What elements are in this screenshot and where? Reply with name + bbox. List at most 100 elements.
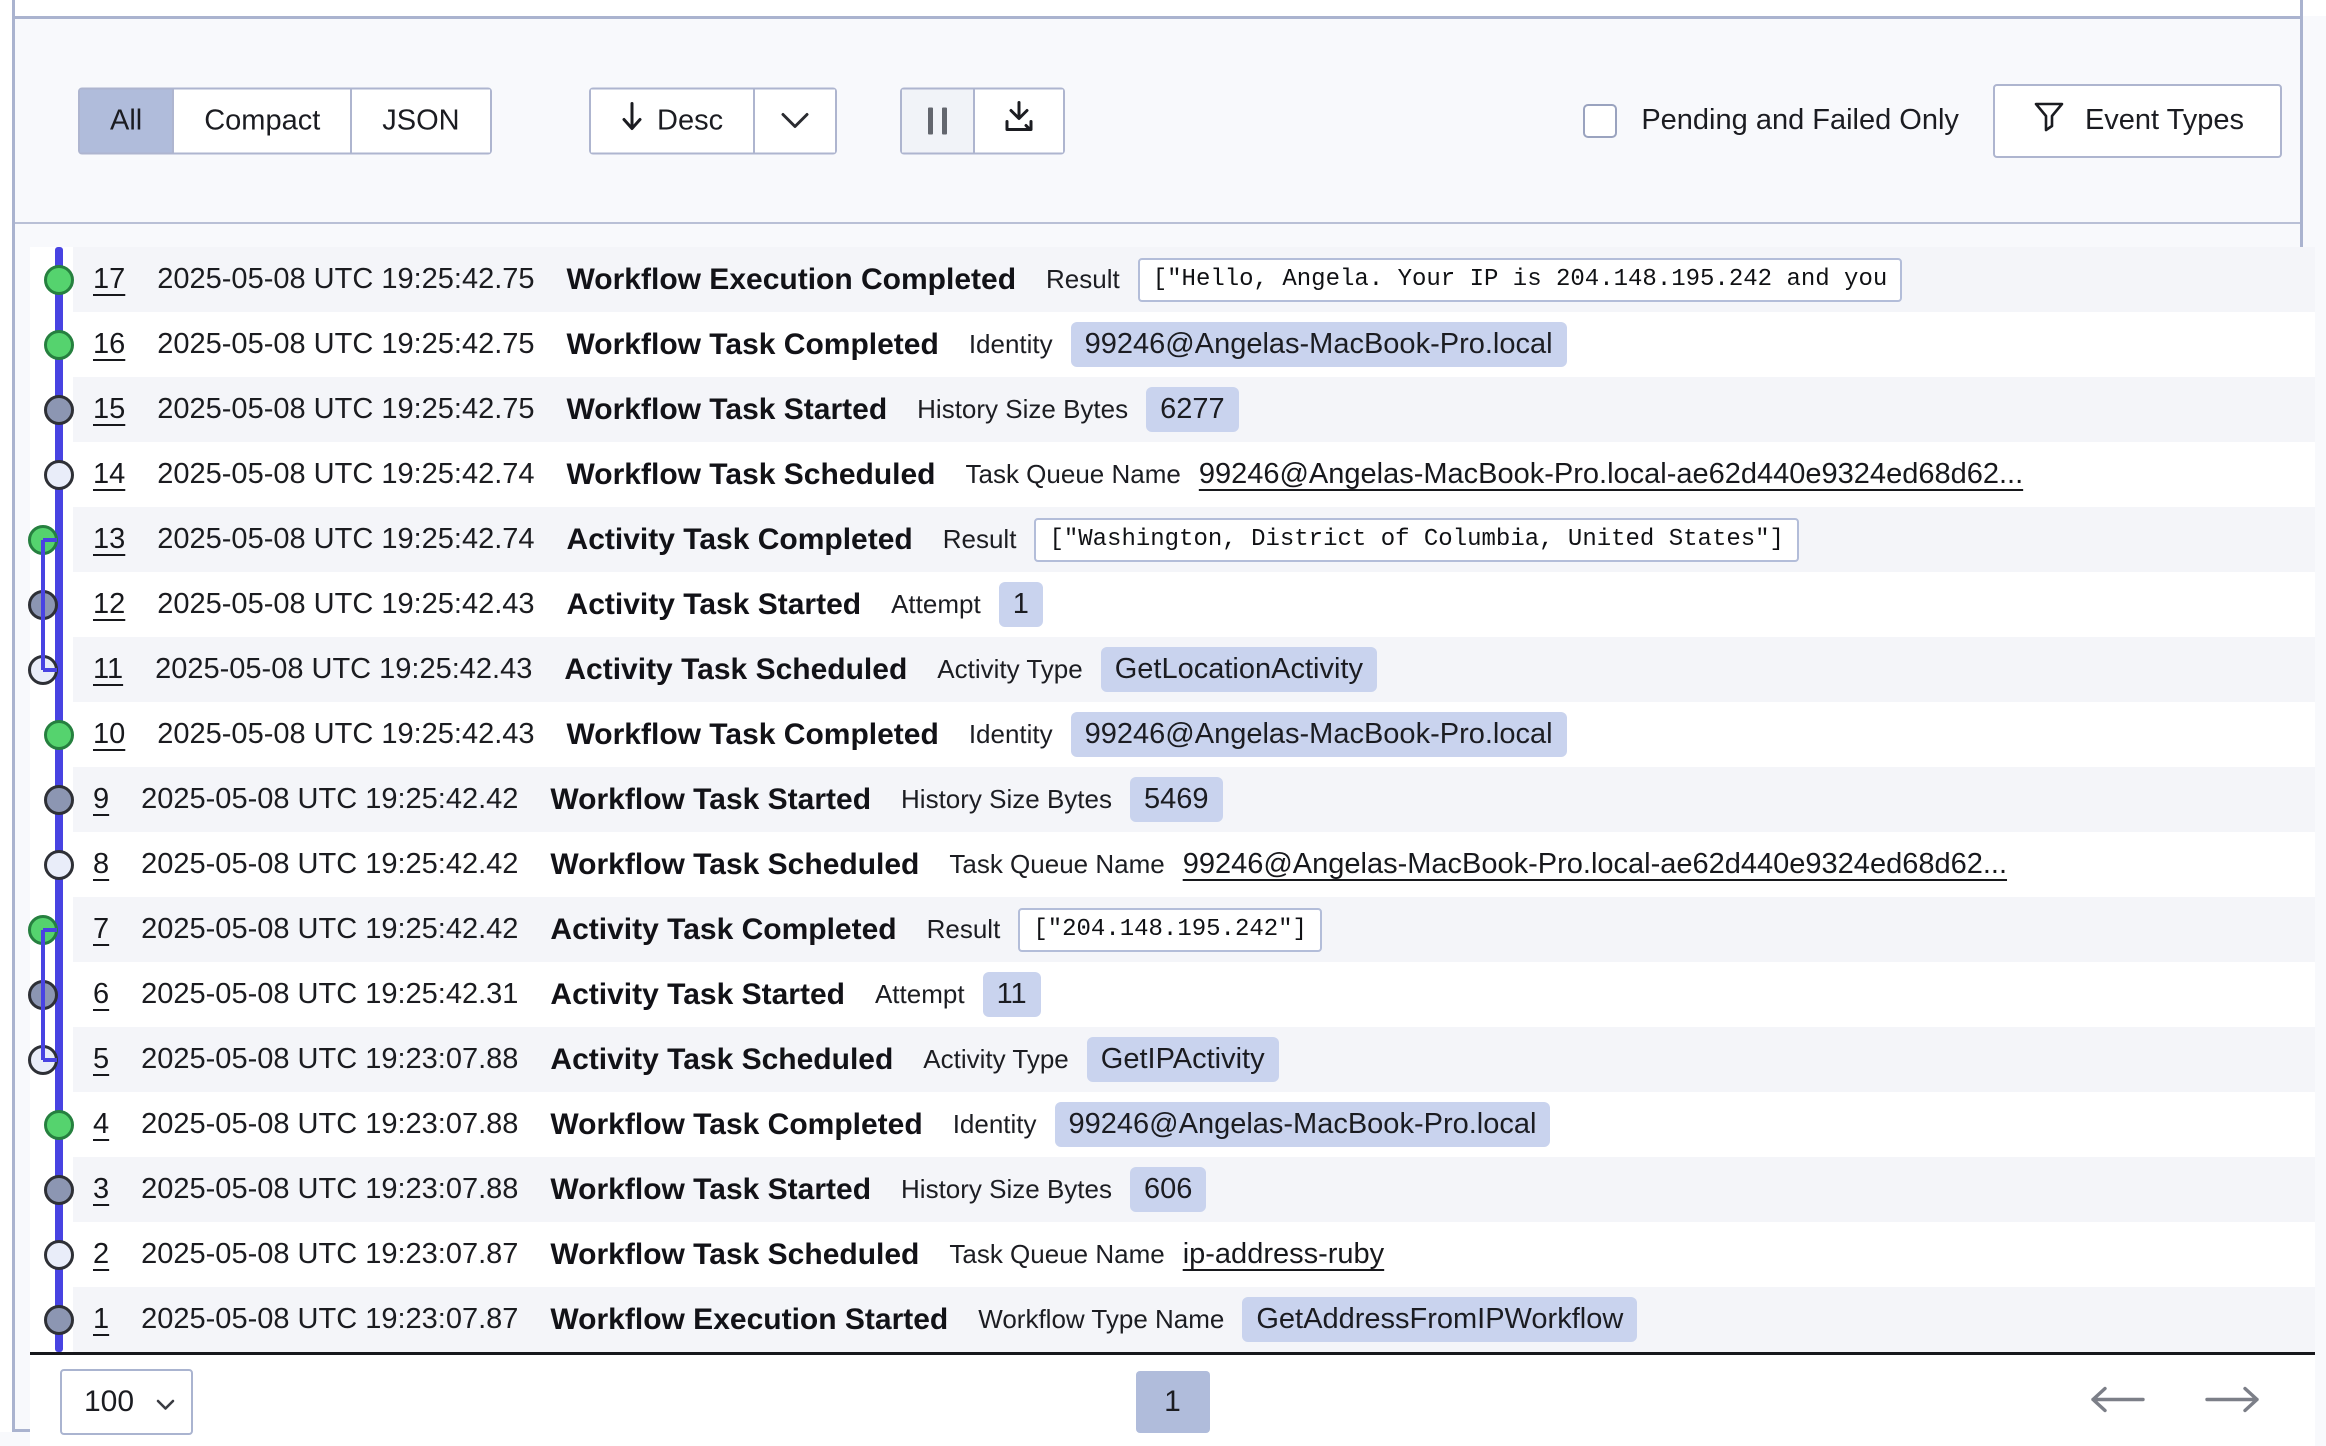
sort-options-expand-button[interactable] [753,89,835,152]
event-row[interactable]: 6 2025-05-08 UTC 19:25:42.31 Activity Ta… [30,962,2315,1027]
event-row[interactable]: 11 2025-05-08 UTC 19:25:42.43 Activity T… [30,637,2315,702]
event-history-toolbar: All Compact JSON Desc [15,19,2300,224]
page-size-value: 100 [84,1385,134,1419]
event-id-link[interactable]: 6 [93,978,109,1011]
event-row[interactable]: 12 2025-05-08 UTC 19:25:42.43 Activity T… [30,572,2315,637]
event-timestamp: 2025-05-08 UTC 19:25:42.43 [155,653,532,686]
event-row[interactable]: 13 2025-05-08 UTC 19:25:42.74 Activity T… [30,507,2315,572]
event-id-link[interactable]: 8 [93,848,109,881]
event-name: Workflow Task Scheduled [550,848,919,882]
event-row[interactable]: 16 2025-05-08 UTC 19:25:42.75 Workflow T… [30,312,2315,377]
view-mode-json-button[interactable]: JSON [350,89,489,152]
download-history-button[interactable] [973,89,1063,152]
event-row[interactable]: 17 2025-05-08 UTC 19:25:42.75 Workflow E… [30,247,2315,312]
event-id-link[interactable]: 7 [93,913,109,946]
event-row[interactable]: 7 2025-05-08 UTC 19:25:42.42 Activity Ta… [30,897,2315,962]
sort-order-control: Desc [589,87,837,154]
event-timestamp: 2025-05-08 UTC 19:23:07.87 [141,1303,518,1336]
filter-funnel-icon [2031,100,2067,142]
event-name: Workflow Task Scheduled [567,458,936,492]
event-detail-badge: GetLocationActivity [1101,647,1377,691]
event-row[interactable]: 5 2025-05-08 UTC 19:23:07.88 Activity Ta… [30,1027,2315,1092]
chevron-down-icon [156,1385,175,1419]
event-row[interactable]: 1 2025-05-08 UTC 19:23:07.87 Workflow Ex… [30,1287,2315,1352]
event-detail-label: Task Queue Name [949,1239,1164,1270]
pending-failed-checkbox[interactable] [1583,104,1617,138]
pause-icon [928,107,947,134]
event-detail-badge: 5469 [1130,777,1223,821]
event-id-link[interactable]: 13 [93,523,125,556]
event-id-link[interactable]: 14 [93,458,125,491]
event-id-link[interactable]: 17 [93,263,125,296]
event-detail-badge: 99246@Angelas-MacBook-Pro.local [1071,322,1567,366]
event-id-link[interactable]: 1 [93,1303,109,1336]
event-history-page: All Compact JSON Desc [0,0,2326,1446]
event-detail-label: History Size Bytes [901,784,1112,815]
event-detail-code: ["Washington, District of Columbia, Unit… [1034,518,1799,562]
event-id-link[interactable]: 9 [93,783,109,816]
panel-border-cap-right [2300,0,2303,16]
event-row[interactable]: 8 2025-05-08 UTC 19:25:42.42 Workflow Ta… [30,832,2315,897]
event-id-link[interactable]: 5 [93,1043,109,1076]
event-name: Activity Task Scheduled [550,1043,893,1077]
view-mode-all-button[interactable]: All [80,89,172,152]
event-id-link[interactable]: 15 [93,393,125,426]
event-timestamp: 2025-05-08 UTC 19:25:42.42 [141,913,518,946]
pause-updates-button[interactable] [902,89,973,152]
event-detail-link[interactable]: ip-address-ruby [1183,1238,1384,1271]
event-detail-label: Identity [969,719,1053,750]
event-row[interactable]: 15 2025-05-08 UTC 19:25:42.75 Workflow T… [30,377,2315,442]
event-timestamp: 2025-05-08 UTC 19:23:07.87 [141,1238,518,1271]
event-row[interactable]: 9 2025-05-08 UTC 19:25:42.42 Workflow Ta… [30,767,2315,832]
event-detail-label: Task Queue Name [949,849,1164,880]
page-size-select[interactable]: 100 [60,1369,193,1435]
event-row[interactable]: 10 2025-05-08 UTC 19:25:42.43 Workflow T… [30,702,2315,767]
event-detail-label: History Size Bytes [901,1174,1112,1205]
event-detail-label: Attempt [891,589,981,620]
event-name: Workflow Task Started [567,393,888,427]
event-name: Workflow Task Scheduled [550,1238,919,1272]
event-timestamp: 2025-05-08 UTC 19:25:42.43 [157,588,534,621]
event-history-panel: All Compact JSON Desc [12,16,2303,1432]
event-detail-link[interactable]: 99246@Angelas-MacBook-Pro.local-ae62d440… [1199,458,2023,491]
pause-download-control [900,87,1065,154]
event-name: Activity Task Started [550,978,845,1012]
event-name: Activity Task Scheduled [564,653,907,687]
event-name: Workflow Task Completed [550,1108,922,1142]
event-detail-badge: 99246@Angelas-MacBook-Pro.local [1071,712,1567,756]
event-types-filter-button[interactable]: Event Types [1993,84,2282,158]
event-detail-badge: 99246@Angelas-MacBook-Pro.local [1055,1102,1551,1146]
event-detail-link[interactable]: 99246@Angelas-MacBook-Pro.local-ae62d440… [1183,848,2007,881]
event-name: Workflow Task Completed [567,718,939,752]
event-row[interactable]: 4 2025-05-08 UTC 19:23:07.88 Workflow Ta… [30,1092,2315,1157]
sort-order-button[interactable]: Desc [591,89,753,152]
event-id-link[interactable]: 10 [93,718,125,751]
event-timestamp: 2025-05-08 UTC 19:25:42.74 [157,458,534,491]
event-id-link[interactable]: 4 [93,1108,109,1141]
event-detail-badge: 11 [983,972,1041,1016]
event-detail-label: Result [927,914,1001,945]
event-id-link[interactable]: 2 [93,1238,109,1271]
pagination-bar: 100 1 [30,1355,2315,1446]
event-timestamp: 2025-05-08 UTC 19:25:42.75 [157,263,534,296]
arrow-right-icon[interactable] [2201,1384,2265,1419]
event-name: Activity Task Started [567,588,862,622]
arrow-left-icon[interactable] [2085,1384,2149,1419]
event-id-link[interactable]: 11 [93,653,123,686]
event-row[interactable]: 2 2025-05-08 UTC 19:23:07.87 Workflow Ta… [30,1222,2315,1287]
event-detail-label: Identity [969,329,1053,360]
event-row[interactable]: 3 2025-05-08 UTC 19:23:07.88 Workflow Ta… [30,1157,2315,1222]
event-timestamp: 2025-05-08 UTC 19:25:42.75 [157,393,534,426]
event-id-link[interactable]: 16 [93,328,125,361]
view-mode-compact-button[interactable]: Compact [172,89,350,152]
event-detail-label: Attempt [875,979,965,1010]
event-id-link[interactable]: 3 [93,1173,109,1206]
event-name: Activity Task Completed [550,913,896,947]
event-list: 17 2025-05-08 UTC 19:25:42.75 Workflow E… [30,247,2315,1355]
event-detail-label: Activity Type [937,654,1082,685]
event-id-link[interactable]: 12 [93,588,125,621]
event-detail-label: Result [943,524,1017,555]
event-detail-badge: 6277 [1146,387,1239,431]
event-row[interactable]: 14 2025-05-08 UTC 19:25:42.74 Workflow T… [30,442,2315,507]
current-page-button[interactable]: 1 [1136,1371,1210,1433]
